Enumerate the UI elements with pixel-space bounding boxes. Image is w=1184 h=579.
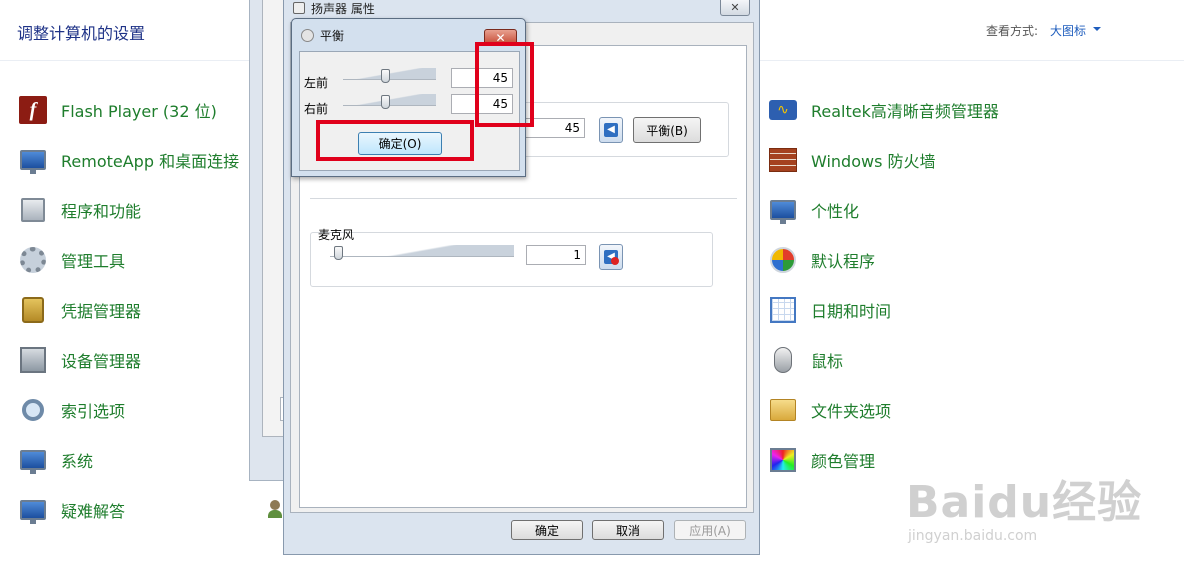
firewall-icon	[768, 145, 798, 175]
remoteapp-icon	[18, 145, 48, 175]
balance-icon	[301, 29, 314, 42]
cp-item-label: 个性化	[811, 202, 860, 221]
cp-item-credential-manager[interactable]: 凭据管理器	[18, 293, 141, 327]
close-icon: ✕	[730, 1, 740, 14]
microphone-slider-thumb[interactable]	[334, 246, 343, 260]
cp-item-mouse[interactable]: 鼠标	[768, 343, 843, 377]
cp-item-label: 疑难解答	[61, 502, 126, 521]
ok-highlight-box	[316, 120, 474, 161]
left-front-label: 左前	[304, 76, 329, 90]
value-highlight-box	[475, 42, 534, 127]
cp-item-flash-player[interactable]: f Flash Player (32 位)	[18, 93, 217, 127]
cp-item-system[interactable]: 系统	[18, 443, 93, 477]
cp-item-color-management[interactable]: 颜色管理	[768, 443, 875, 477]
right-front-slider-thumb[interactable]	[380, 95, 390, 109]
speaker-properties-titlebar: 扬声器 属性	[293, 0, 375, 16]
cp-item-indexing-options[interactable]: 索引选项	[18, 393, 125, 427]
cp-item-label: 默认程序	[811, 252, 876, 271]
apply-button[interactable]: 应用(A)	[674, 520, 746, 540]
left-front-slider-thumb[interactable]	[380, 69, 390, 83]
cp-item-personalization[interactable]: 个性化	[768, 193, 859, 227]
cancel-button[interactable]: 取消	[592, 520, 664, 540]
muted-icon	[611, 257, 619, 265]
cp-item-default-programs[interactable]: 默认程序	[768, 243, 875, 277]
cp-item-device-manager[interactable]: 设备管理器	[18, 343, 141, 377]
cp-item-folder-options[interactable]: 文件夹选项	[768, 393, 891, 427]
sound-dialog-frame	[249, 0, 288, 481]
microphone-slider[interactable]	[330, 245, 514, 257]
speakers-level-value[interactable]: 45	[525, 118, 585, 138]
cp-item-label: Realtek高清晰音频管理器	[811, 102, 999, 121]
view-by-label: 查看方式:	[986, 24, 1039, 38]
microphone-mute-button[interactable]: ◀	[599, 244, 623, 270]
cp-item-label: Flash Player (32 位)	[61, 102, 217, 121]
watermark-text: Baidu经验	[906, 477, 1143, 528]
cp-item-label: 鼠标	[811, 352, 844, 371]
speaker-icon	[293, 2, 305, 14]
balance-title: 平衡	[320, 29, 345, 43]
admin-tools-icon	[18, 245, 48, 275]
baidu-watermark: Baidu经验 jingyan.baidu.com	[906, 466, 1142, 544]
realtek-audio-icon: ∿	[768, 95, 798, 125]
system-icon	[18, 445, 48, 475]
cp-item-label: RemoteApp 和桌面连接	[61, 152, 240, 171]
cp-item-date-time[interactable]: 日期和时间	[768, 293, 891, 327]
indexing-options-icon	[18, 395, 48, 425]
chevron-down-icon[interactable]	[1093, 27, 1101, 31]
watermark-url: jingyan.baidu.com	[908, 528, 1038, 544]
troubleshooting-icon	[18, 495, 48, 525]
close-button[interactable]: ✕	[720, 0, 750, 16]
cp-item-firewall[interactable]: Windows 防火墙	[768, 143, 936, 177]
ok-button[interactable]: 确定	[511, 520, 583, 540]
programs-features-icon	[18, 195, 48, 225]
microphone-level-group	[310, 232, 713, 287]
cp-item-label: Windows 防火墙	[811, 152, 936, 171]
cp-item-label: 文件夹选项	[811, 402, 892, 421]
cp-item-remoteapp[interactable]: RemoteApp 和桌面连接	[18, 143, 239, 177]
cp-item-label: 索引选项	[61, 402, 126, 421]
cp-item-label: 凭据管理器	[61, 302, 142, 321]
personalization-icon	[768, 195, 798, 225]
cp-item-label: 颜色管理	[811, 452, 876, 471]
cp-item-troubleshooting[interactable]: 疑难解答	[18, 493, 125, 527]
cp-item-realtek-audio[interactable]: ∿ Realtek高清晰音频管理器	[768, 93, 999, 127]
mouse-icon	[768, 345, 798, 375]
speaker-properties-title: 扬声器 属性	[311, 1, 375, 16]
view-mode-dropdown[interactable]: 大图标	[1050, 22, 1086, 39]
control-panel-title: 调整计算机的设置	[17, 24, 146, 43]
microphone-label: 麦克风	[318, 228, 355, 242]
cp-item-label: 系统	[61, 452, 94, 471]
speakers-mute-button[interactable]: ◀	[599, 117, 623, 143]
device-manager-icon	[18, 345, 48, 375]
microphone-level-value[interactable]: 1	[526, 245, 586, 265]
user-accounts-icon[interactable]	[268, 500, 282, 518]
cp-item-admin-tools[interactable]: 管理工具	[18, 243, 125, 277]
balance-button[interactable]: 平衡(B)	[633, 117, 701, 143]
folder-options-icon	[768, 395, 798, 425]
color-management-icon	[768, 445, 798, 475]
cp-item-label: 设备管理器	[61, 352, 142, 371]
cp-item-label: 管理工具	[61, 252, 126, 271]
credential-manager-icon	[18, 295, 48, 325]
cp-item-label: 程序和功能	[61, 202, 142, 221]
cp-item-programs-features[interactable]: 程序和功能	[18, 193, 141, 227]
default-programs-icon	[768, 245, 798, 275]
cp-item-label: 日期和时间	[811, 302, 892, 321]
flash-player-icon: f	[18, 95, 48, 125]
speaker-icon: ◀	[604, 123, 618, 137]
group-divider	[310, 198, 737, 199]
right-front-label: 右前	[304, 102, 329, 116]
date-time-icon	[768, 295, 798, 325]
balance-titlebar: 平衡	[301, 27, 344, 44]
